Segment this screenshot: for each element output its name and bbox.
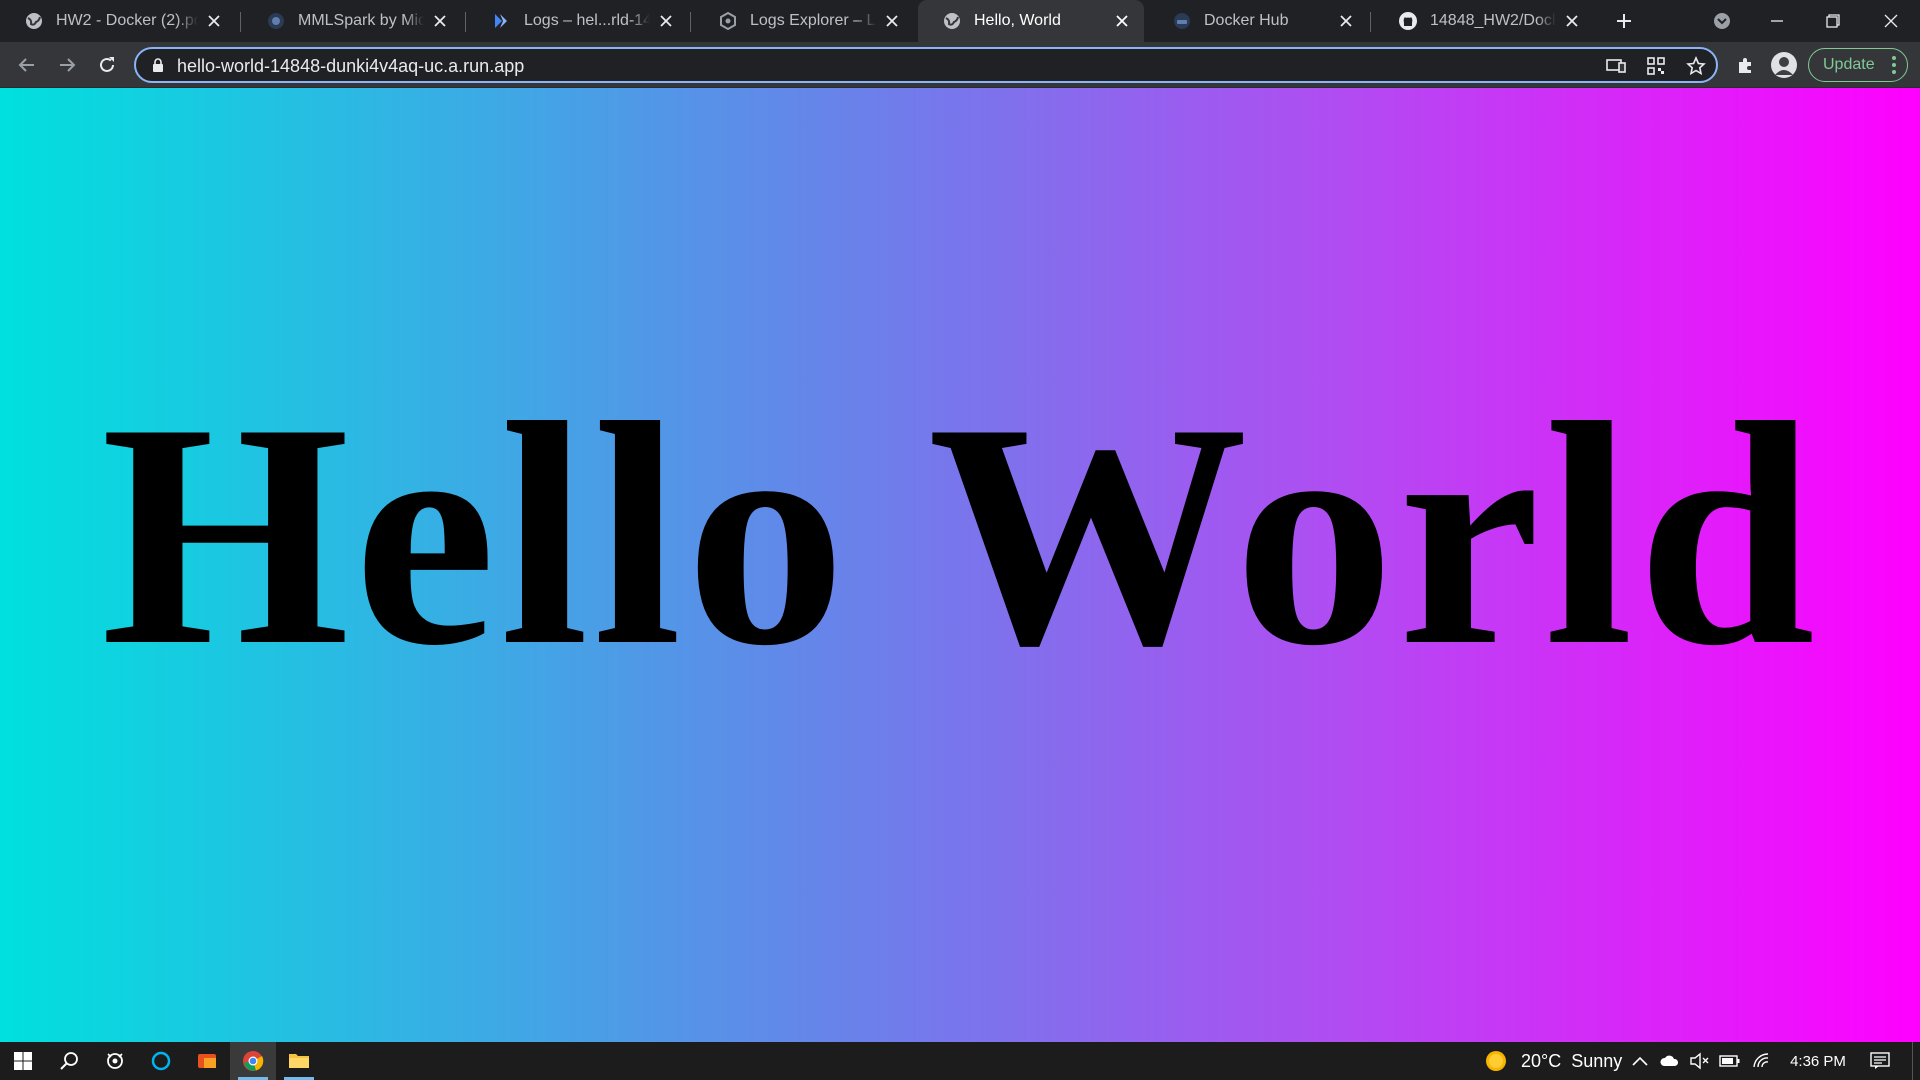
search-icon[interactable] [46,1042,92,1080]
logging-icon [718,11,738,31]
close-icon[interactable] [1336,11,1356,31]
weather-condition: Sunny [1571,1050,1623,1071]
page-viewport: Hello World [0,88,1920,1042]
tab-title: Docker Hub [1204,12,1289,29]
tab-docker-hub[interactable]: Docker Hub [1148,0,1368,42]
tab-title: Logs Explorer – Logging [750,12,876,29]
windows-taskbar: 20°C Sunny 4:36 PM [0,1042,1920,1080]
close-icon[interactable] [430,11,450,31]
lock-icon[interactable] [150,57,166,73]
close-icon[interactable] [882,11,902,31]
battery-icon[interactable] [1718,1042,1742,1080]
minimize-icon[interactable] [1754,0,1800,42]
close-icon[interactable] [204,11,224,31]
chevron-up-icon[interactable] [1628,1042,1652,1080]
show-desktop-button[interactable] [1912,1042,1920,1080]
url-text[interactable]: hello-world-14848-dunki4v4aq-uc.a.run.ap… [177,56,524,77]
close-icon[interactable] [656,11,676,31]
restore-icon[interactable] [1810,0,1856,42]
tab-title: Logs – hel...rld-14848 [524,12,650,29]
update-label: Update [1823,56,1875,73]
tab-strip: HW2 - Docker (2).pdf MMLSpark by Microso… [0,0,1920,42]
clock[interactable]: 4:36 PM [1788,1042,1848,1080]
kebab-menu-icon[interactable] [1891,54,1897,76]
hello-heading: Hello World [100,358,1820,712]
tab-mmlspark[interactable]: MMLSpark by Microsoft [242,0,462,42]
tab-title: Hello, World [974,12,1061,29]
tab-title: HW2 - Docker (2).pdf [56,12,198,29]
browser-toolbar: hello-world-14848-dunki4v4aq-uc.a.run.ap… [0,42,1920,88]
notification-center-icon[interactable] [1860,1042,1900,1080]
forward-arrow-icon[interactable] [51,49,83,81]
back-arrow-icon[interactable] [11,49,43,81]
tab-github-repo[interactable]: 14848_HW2/Docker at main [1374,0,1594,42]
onedrive-sync-icon[interactable] [1658,1042,1682,1080]
windows-start-icon[interactable] [0,1042,46,1080]
tab-title: 14848_HW2/Docker at main [1430,12,1556,29]
cortana-icon[interactable] [138,1042,184,1080]
tab-title: MMLSpark by Microsoft [298,12,424,29]
cast-icon[interactable] [1604,54,1628,78]
tab-hello-world[interactable]: Hello, World [918,0,1144,42]
bookmark-star-icon[interactable] [1684,54,1708,78]
office-app-icon[interactable] [184,1042,230,1080]
tab-search-icon[interactable] [1706,0,1738,42]
globe-icon [942,11,962,31]
close-icon[interactable] [1112,11,1132,31]
clock-time: 4:36 PM [1790,1052,1846,1070]
profile-avatar-icon[interactable] [1768,49,1800,81]
weather-temperature: 20°C [1521,1050,1562,1071]
plus-icon[interactable] [1604,0,1644,42]
mmlspark-icon [266,11,286,31]
volume-muted-icon[interactable] [1688,1042,1712,1080]
reload-icon[interactable] [91,49,123,81]
weather-widget[interactable]: 20°C Sunny [1521,1042,1622,1080]
cloud-run-icon [492,11,512,31]
chrome-taskbar-icon[interactable] [230,1042,276,1080]
update-button[interactable]: Update [1808,48,1908,82]
tab-logs-cloud-run[interactable]: Logs – hel...rld-14848 [468,0,688,42]
github-icon [1398,11,1418,31]
wifi-icon[interactable] [1750,1042,1774,1080]
globe-icon [24,11,44,31]
tab-logs-explorer[interactable]: Logs Explorer – Logging [694,0,914,42]
file-explorer-icon[interactable] [276,1042,322,1080]
qr-code-icon[interactable] [1644,54,1668,78]
docker-icon [1172,11,1192,31]
close-window-icon[interactable] [1868,0,1914,42]
task-view-icon[interactable] [92,1042,138,1080]
tab-hw2-docker-pdf[interactable]: HW2 - Docker (2).pdf [0,0,236,42]
weather-sun-icon[interactable] [1484,1042,1508,1080]
hello-container: Hello World [0,88,1920,1042]
close-icon[interactable] [1562,11,1582,31]
address-bar[interactable]: hello-world-14848-dunki4v4aq-uc.a.run.ap… [134,47,1718,83]
extensions-puzzle-icon[interactable] [1730,49,1762,81]
